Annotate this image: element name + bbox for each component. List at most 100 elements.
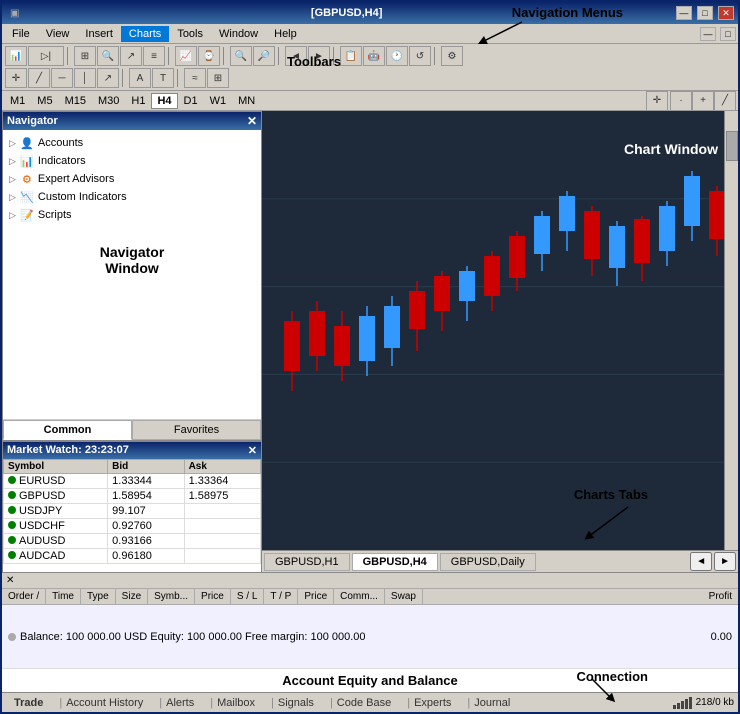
inner-max-btn[interactable]: □: [720, 27, 736, 41]
tb-auto-scroll[interactable]: ↗: [120, 46, 142, 66]
col-time[interactable]: Time: [46, 589, 81, 604]
tb-text2[interactable]: T: [152, 68, 174, 88]
nav-accounts[interactable]: ▷ 👤 Accounts: [7, 134, 257, 152]
menu-tools[interactable]: Tools: [169, 26, 211, 42]
tb-text[interactable]: A: [129, 68, 151, 88]
tb-indicators[interactable]: 📈: [175, 46, 197, 66]
table-row[interactable]: EURUSD 1.33344 1.33364: [4, 474, 261, 489]
tb-zoom-in[interactable]: ⊞: [74, 46, 96, 66]
tb-fib[interactable]: ≈: [184, 68, 206, 88]
table-row[interactable]: AUDCAD 0.96180: [4, 549, 261, 564]
table-row[interactable]: GBPUSD 1.58954 1.58975: [4, 489, 261, 504]
nav-indicators[interactable]: ▷ 📊 Indicators: [7, 152, 257, 170]
status-tab-alerts[interactable]: Alerts: [151, 696, 202, 710]
tf-dot-btn[interactable]: ·: [670, 91, 692, 111]
tf-diag-btn[interactable]: ╱: [714, 91, 736, 111]
tb-crosshair[interactable]: ✛: [5, 68, 27, 88]
tb-template[interactable]: 📋: [340, 46, 362, 66]
col-price2[interactable]: Price: [298, 589, 334, 604]
maximize-button[interactable]: □: [697, 6, 713, 20]
ea-icon: ⚙: [20, 172, 34, 186]
tf-h4[interactable]: H4: [151, 93, 177, 109]
minimize-button[interactable]: —: [676, 6, 692, 20]
status-tab-mailbox[interactable]: Mailbox: [202, 696, 263, 710]
menu-help[interactable]: Help: [266, 26, 305, 42]
tf-d1[interactable]: D1: [178, 93, 204, 109]
tf-m30[interactable]: M30: [92, 93, 125, 109]
col-tp[interactable]: T / P: [264, 589, 298, 604]
col-profit[interactable]: Profit: [703, 589, 738, 604]
col-comm[interactable]: Comm...: [334, 589, 385, 604]
tb-scroll-right[interactable]: ►: [308, 46, 330, 66]
status-tab-journal[interactable]: Journal: [459, 696, 518, 710]
chart-tab-daily[interactable]: GBPUSD,Daily: [440, 553, 536, 571]
market-watch-close[interactable]: ✕: [248, 444, 257, 457]
chart-next-btn[interactable]: ►: [714, 552, 736, 571]
col-order[interactable]: Order /: [2, 589, 46, 604]
menu-file[interactable]: File: [4, 26, 38, 42]
tb-chart-type[interactable]: ≡: [143, 46, 165, 66]
table-row[interactable]: USDJPY 99.107: [4, 504, 261, 519]
status-tab-trade[interactable]: Trade: [6, 696, 51, 710]
tf-m1[interactable]: M1: [4, 93, 31, 109]
chart-window[interactable]: Chart Window Toolbars: [262, 111, 738, 550]
chart-tab-h4[interactable]: GBPUSD,H4: [352, 553, 438, 571]
tb-scroll-left[interactable]: ◄: [285, 46, 307, 66]
table-row[interactable]: AUDUSD 0.93166: [4, 534, 261, 549]
tb-trendline[interactable]: ↗: [97, 68, 119, 88]
close-button[interactable]: ✕: [718, 6, 734, 20]
tf-m15[interactable]: M15: [59, 93, 92, 109]
chart-tab-h1[interactable]: GBPUSD,H1: [264, 553, 350, 571]
menu-charts[interactable]: Charts: [121, 26, 169, 42]
tf-m5[interactable]: M5: [31, 93, 58, 109]
col-size[interactable]: Size: [116, 589, 148, 604]
tb-clock[interactable]: 🕐: [386, 46, 408, 66]
tb-expert[interactable]: 🤖: [363, 46, 385, 66]
nav-custom-indicators[interactable]: ▷ 📉 Custom Indicators: [7, 188, 257, 206]
chart-scroll-thumb[interactable]: [726, 131, 738, 161]
tf-crosshair-btn[interactable]: ✛: [646, 91, 668, 111]
nav-expert-advisors[interactable]: ▷ ⚙ Expert Advisors: [7, 170, 257, 188]
tb-new-chart[interactable]: 📊: [5, 46, 27, 66]
menu-insert[interactable]: Insert: [77, 26, 121, 42]
inner-min-btn[interactable]: —: [700, 27, 716, 41]
status-tab-codebase[interactable]: Code Base: [322, 696, 399, 710]
chart-prev-btn[interactable]: ◄: [690, 552, 712, 571]
chart-scrollbar-v[interactable]: [724, 111, 738, 550]
tb-sep-1: [67, 47, 71, 65]
tb-zoom-out[interactable]: 🔍: [97, 46, 119, 66]
inner-win-buttons: — □: [698, 27, 736, 41]
nav-tab-common[interactable]: Common: [3, 420, 132, 440]
tb-vline[interactable]: │: [74, 68, 96, 88]
nav-scripts[interactable]: ▷ 📝 Scripts: [7, 206, 257, 224]
status-tab-experts[interactable]: Experts: [399, 696, 459, 710]
terminal-close[interactable]: ✕: [6, 575, 14, 586]
navigator-close[interactable]: ✕: [247, 114, 257, 128]
tb-magnify2[interactable]: 🔎: [253, 46, 275, 66]
status-tab-history[interactable]: Account History: [51, 696, 151, 710]
tb-open[interactable]: ▷|: [28, 46, 64, 66]
col-price[interactable]: Price: [195, 589, 231, 604]
menu-view[interactable]: View: [38, 26, 78, 42]
scripts-toggle: ▷: [9, 210, 16, 221]
tb-period[interactable]: ⌚: [198, 46, 220, 66]
tf-h1[interactable]: H1: [125, 93, 151, 109]
app-window: ▣ [GBPUSD,H4] — □ ✕ Navigation Menus Fil…: [0, 0, 740, 714]
tb-misc2[interactable]: ⊞: [207, 68, 229, 88]
nav-tab-favorites[interactable]: Favorites: [132, 420, 261, 440]
col-sl[interactable]: S / L: [231, 589, 265, 604]
table-row[interactable]: USDCHF 0.92760: [4, 519, 261, 534]
tb-magnify[interactable]: 🔍: [230, 46, 252, 66]
col-symb[interactable]: Symb...: [148, 589, 195, 604]
col-swap[interactable]: Swap: [385, 589, 423, 604]
tf-plus-btn[interactable]: +: [692, 91, 714, 111]
tf-w1[interactable]: W1: [204, 93, 233, 109]
tb-misc1[interactable]: ⚙: [441, 46, 463, 66]
tb-hline[interactable]: ─: [51, 68, 73, 88]
menu-window[interactable]: Window: [211, 26, 266, 42]
tf-mn[interactable]: MN: [232, 93, 261, 109]
col-type[interactable]: Type: [81, 589, 116, 604]
tb-line[interactable]: ╱: [28, 68, 50, 88]
status-tab-signals[interactable]: Signals: [263, 696, 322, 710]
tb-refresh[interactable]: ↺: [409, 46, 431, 66]
